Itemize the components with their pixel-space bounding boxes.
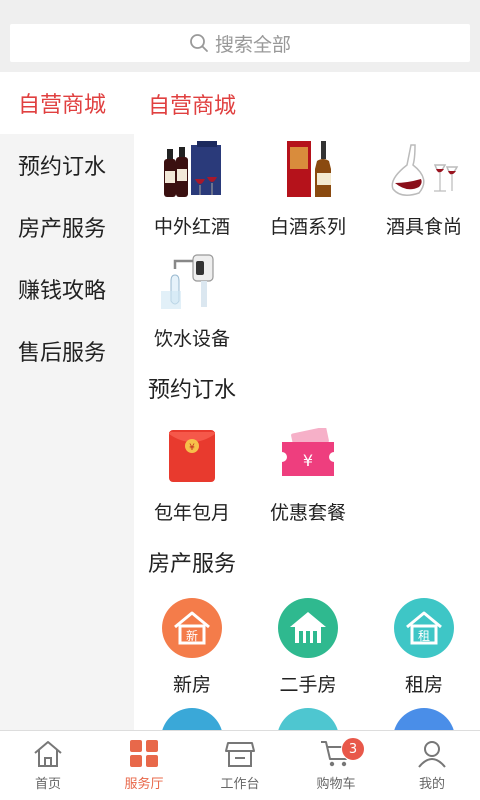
tab-label: 首页 (34, 777, 61, 792)
search-input[interactable]: 搜索全部 (10, 24, 470, 62)
section-title-estate: 房产服务 (148, 552, 237, 577)
category-label: 二手房 (279, 674, 337, 696)
category-label: 中外红酒 (153, 216, 230, 238)
tab-label: 我的 (418, 777, 445, 792)
workbench-icon (225, 742, 255, 767)
sidebar-item-estate[interactable]: 房产服务 (0, 196, 134, 258)
decanter-icon (389, 138, 459, 202)
tab-home[interactable]: 首页 (0, 731, 96, 800)
new-house-icon: 新 (157, 596, 227, 660)
rent-house-icon: 租 (389, 596, 459, 660)
sidebar-item-water[interactable]: 预约订水 (0, 134, 134, 196)
category-item-decanter[interactable]: 酒具食尚 (366, 138, 480, 239)
search-icon (190, 34, 208, 52)
category-label: 饮水设备 (153, 328, 230, 350)
category-sidebar: 自营商城 预约订水 房产服务 赚钱攻略 售后服务 (0, 72, 134, 730)
second-hand-house-icon (273, 596, 343, 660)
section-title-mall: 自营商城 (148, 94, 237, 119)
category-item-second-hand-house[interactable]: 二手房 (250, 596, 366, 697)
bottom-tab-bar: 首页 服务厅 工作台 3 购物车 我的 (0, 730, 480, 800)
sidebar-item-earning[interactable]: 赚钱攻略 (0, 258, 134, 320)
sidebar-item-mall[interactable]: 自营商城 (0, 72, 134, 134)
search-bar: 搜索全部 (0, 0, 480, 72)
category-item-partial[interactable] (393, 708, 455, 730)
category-label: 优惠套餐 (269, 502, 346, 524)
category-item-partial[interactable] (277, 708, 339, 730)
category-label: 租房 (404, 674, 443, 696)
red-envelope-icon: ¥ (157, 424, 227, 488)
coupon-icon: ¥ (273, 424, 343, 488)
water-pump-icon (157, 250, 227, 314)
category-label: 酒具食尚 (385, 216, 462, 238)
category-item-rent-house[interactable]: 租 租房 (366, 596, 480, 697)
category-item-new-house[interactable]: 新 新房 (134, 596, 250, 697)
category-label: 包年包月 (153, 502, 230, 524)
home-icon (34, 741, 62, 767)
sidebar-item-aftersales[interactable]: 售后服务 (0, 320, 134, 382)
tab-label: 工作台 (220, 777, 260, 792)
tab-label: 购物车 (316, 777, 356, 792)
service-hall-icon (130, 740, 158, 767)
red-wine-icon (157, 138, 227, 202)
category-item-annual-plan[interactable]: ¥ 包年包月 (134, 424, 250, 525)
category-item-partial[interactable] (161, 708, 223, 730)
cart-count-badge: 3 (341, 737, 365, 761)
new-house-badge-text: 新 (186, 628, 198, 643)
tab-label: 服务厅 (124, 777, 164, 792)
tab-cart[interactable]: 3 购物车 (288, 731, 384, 800)
category-item-discount-package[interactable]: ¥ 优惠套餐 (250, 424, 366, 525)
search-placeholder: 搜索全部 (214, 33, 291, 56)
tab-workbench[interactable]: 工作台 (192, 731, 288, 800)
liquor-bottle-icon (273, 138, 343, 202)
category-content: 自营商城 中外红酒 白酒系列 酒具食尚 饮水设备 预约订水 ¥ 包年包月 ¥ 优… (134, 72, 480, 730)
svg-text:¥: ¥ (303, 451, 313, 470)
svg-text:¥: ¥ (189, 443, 195, 453)
category-item-water-device[interactable]: 饮水设备 (134, 250, 250, 351)
category-label: 白酒系列 (269, 216, 346, 238)
tab-service-hall[interactable]: 服务厅 (96, 731, 192, 800)
category-item-liquor[interactable]: 白酒系列 (250, 138, 366, 239)
section-title-water: 预约订水 (148, 378, 237, 403)
user-icon (418, 741, 446, 768)
category-label: 新房 (172, 674, 211, 696)
rent-house-badge-text: 租 (418, 629, 430, 643)
category-item-red-wine[interactable]: 中外红酒 (134, 138, 250, 239)
tab-mine[interactable]: 我的 (384, 731, 480, 800)
